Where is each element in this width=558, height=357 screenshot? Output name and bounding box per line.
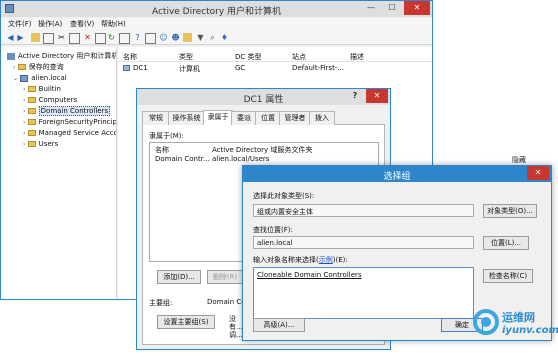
- object-type-label: 选择此对象类型(S):: [253, 192, 315, 200]
- tree-domain-controllers[interactable]: › Domain Controllers: [23, 106, 111, 116]
- find-icon[interactable]: ⌕: [208, 33, 217, 42]
- folder-icon: [27, 130, 36, 136]
- folder-icon: [27, 108, 36, 114]
- list-header: 名称 类型 DC 类型 站点 描述: [118, 51, 432, 62]
- new-group-icon[interactable]: ☻: [171, 33, 180, 42]
- aduc-titlebar: Active Directory 用户和计算机 — ☐ ✕: [1, 1, 432, 17]
- folder-icon: [27, 119, 36, 125]
- computer-icon: [123, 65, 130, 71]
- remove-button[interactable]: 删除(R): [207, 270, 243, 284]
- member-col-folder[interactable]: Active Directory 域服务文件夹: [212, 145, 312, 155]
- watermark-cn: 运维网: [502, 311, 535, 324]
- watermark: 运维网 iyunv.com: [472, 304, 558, 357]
- props-close-button[interactable]: ✕: [366, 89, 388, 103]
- primary-group-label: 主要组:: [149, 299, 173, 307]
- export-icon[interactable]: [119, 33, 130, 44]
- menu-view[interactable]: 查看(V): [70, 19, 94, 29]
- help-icon[interactable]: ?: [133, 33, 142, 42]
- select-title: 选择组: [383, 172, 411, 182]
- add-button[interactable]: 添加(D)...: [157, 270, 201, 284]
- folder-icon: [27, 86, 36, 92]
- object-types-button[interactable]: 对象类型(O)...: [483, 204, 537, 218]
- side-label: 隐藏: [512, 156, 526, 164]
- props-titlebar: DC1 属性 ? ✕: [137, 89, 390, 105]
- up-folder-icon[interactable]: [31, 33, 40, 42]
- tree-root[interactable]: Active Directory 用户和计算机: [7, 51, 116, 61]
- member-of-label: 隶属于(M):: [149, 132, 184, 140]
- tab-location[interactable]: 位置: [255, 111, 281, 125]
- tree-computers[interactable]: › Computers: [23, 95, 77, 105]
- location-field: alien.local: [253, 236, 474, 249]
- back-icon[interactable]: ◀: [6, 33, 15, 42]
- minimize-button[interactable]: —: [362, 1, 380, 15]
- folder-icon: [17, 64, 26, 70]
- menubar: 文件(F) 操作(A) 查看(V) 帮助(H): [1, 18, 432, 30]
- locations-button[interactable]: 位置(L)...: [483, 236, 529, 250]
- table-row[interactable]: Domain Contr... alien.local/Users: [150, 155, 378, 165]
- check-names-button[interactable]: 检查名称(C): [483, 269, 533, 283]
- watermark-url: iyunv.com: [502, 325, 558, 336]
- copy-icon[interactable]: [69, 33, 80, 44]
- col-description[interactable]: 描述: [350, 52, 364, 62]
- tree-domain[interactable]: ⌄ alien.local: [13, 73, 67, 83]
- location-label: 查找位置(F):: [253, 226, 293, 234]
- aduc-icon: [7, 52, 15, 60]
- folder-icon: [27, 97, 36, 103]
- domain-icon: [20, 74, 29, 82]
- object-type-field: 组或内置安全主体: [253, 204, 474, 217]
- tree-builtin[interactable]: › Builtin: [23, 84, 61, 94]
- tab-member-of[interactable]: 隶属于: [203, 110, 233, 126]
- tree-foreign-security[interactable]: › ForeignSecurityPrincipa: [23, 117, 116, 127]
- tab-general[interactable]: 常规: [142, 111, 170, 125]
- tree-pane: Active Directory 用户和计算机 › 保存的查询 ⌄ alien.…: [1, 47, 117, 299]
- advanced-button[interactable]: 高级(A)...: [253, 318, 305, 332]
- watermark-logo-icon: [473, 309, 499, 335]
- folder-icon: [27, 141, 36, 147]
- maximize-button[interactable]: ☐: [382, 1, 402, 15]
- add-to-group-icon[interactable]: ♦: [220, 33, 229, 42]
- tab-delegation[interactable]: 委派: [231, 111, 257, 125]
- console-icon[interactable]: [145, 33, 156, 44]
- menu-help[interactable]: 帮助(H): [101, 19, 126, 29]
- forward-icon[interactable]: ▶: [16, 33, 25, 42]
- menu-file[interactable]: 文件(F): [8, 19, 32, 29]
- col-site[interactable]: 站点: [292, 52, 306, 62]
- props-tabs: 常规 操作系统 隶属于 委派 位置 管理者 拨入: [142, 110, 385, 126]
- select-titlebar: 选择组 ✕: [243, 166, 551, 182]
- tree-managed-service[interactable]: › Managed Service Acco: [23, 128, 116, 138]
- tree-users[interactable]: › Users: [23, 139, 58, 149]
- col-name[interactable]: 名称: [123, 52, 137, 62]
- col-type[interactable]: 类型: [179, 52, 193, 62]
- col-dc-type[interactable]: DC 类型: [235, 52, 262, 62]
- new-ou-icon[interactable]: [183, 33, 192, 42]
- props-help-button[interactable]: ?: [346, 89, 364, 103]
- close-button[interactable]: ✕: [404, 1, 430, 15]
- tree-saved-queries[interactable]: › 保存的查询: [13, 62, 64, 72]
- show-tree-icon[interactable]: [43, 33, 54, 44]
- tab-dial-in[interactable]: 拨入: [309, 111, 335, 125]
- select-close-button[interactable]: ✕: [527, 166, 549, 180]
- member-col-name[interactable]: 名称: [155, 145, 169, 155]
- object-names-textarea[interactable]: Cloneable Domain Controllers: [253, 267, 474, 319]
- tab-os[interactable]: 操作系统: [168, 111, 205, 125]
- tab-managed-by[interactable]: 管理者: [279, 111, 311, 125]
- set-primary-group-button[interactable]: 设置主要组(S): [157, 315, 215, 329]
- delete-icon[interactable]: ✕: [83, 33, 92, 42]
- new-user-icon[interactable]: ☺: [159, 33, 168, 42]
- examples-link[interactable]: 示例: [319, 256, 333, 264]
- names-label: 输入对象名称来选择(示例)(E):: [253, 256, 348, 264]
- refresh-icon[interactable]: ↻: [107, 33, 116, 42]
- filter-icon[interactable]: ▼: [196, 33, 205, 42]
- properties-icon[interactable]: [95, 33, 106, 44]
- menu-action[interactable]: 操作(A): [38, 19, 62, 29]
- table-row[interactable]: DC1 计算机 GC Default-First-...: [118, 64, 432, 74]
- primary-group-value: Domain Co: [207, 298, 246, 306]
- toolbar: ◀ ▶ ✂ ✕ ↻ ? ☺ ☻ ▼ ⌕ ♦: [1, 31, 432, 45]
- cut-icon[interactable]: ✂: [57, 33, 66, 42]
